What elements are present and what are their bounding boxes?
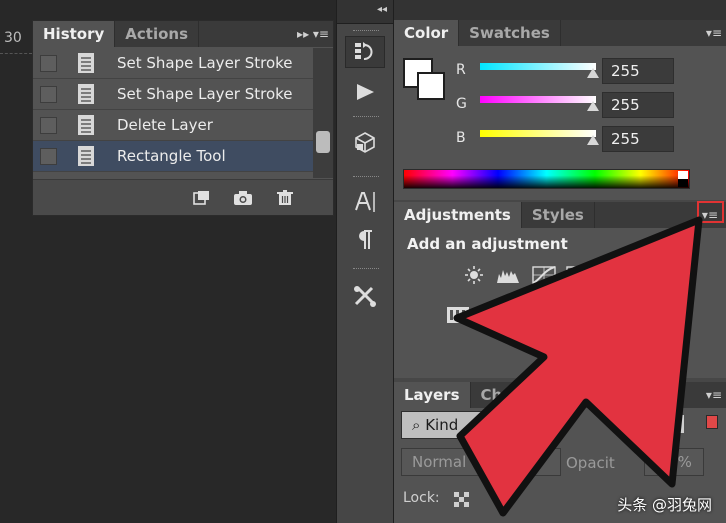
history-item[interactable]: Set Shape Layer Stroke: [33, 48, 313, 79]
history-brush-icon: [355, 42, 373, 60]
filter-icon[interactable]: [670, 415, 684, 433]
blue-value-input[interactable]: 255: [602, 126, 674, 152]
watermark: 头条 @羽兔网: [617, 496, 712, 514]
actions-panel-button[interactable]: [345, 76, 385, 108]
green-channel-label: G: [456, 96, 467, 112]
background-color-swatch[interactable]: [417, 72, 445, 100]
panel-grip[interactable]: [353, 30, 379, 33]
play-icon: [357, 84, 374, 100]
lock-transparent-icon[interactable]: [454, 492, 470, 508]
green-slider-thumb[interactable]: [587, 101, 599, 111]
history-item-label: Set Shape Layer Stroke: [117, 85, 293, 103]
layers-tabbar: Layers Channe ▾≡: [394, 382, 726, 408]
history-panel: History Actions ▸▸ ▾≡ Set Shape Layer St…: [32, 20, 334, 216]
history-snapshot-checkbox[interactable]: [40, 85, 57, 103]
tool-presets-button[interactable]: [345, 280, 385, 312]
history-item-label: Delete Layer: [117, 116, 213, 134]
stepper-arrows-icon: ⬍: [489, 415, 502, 433]
history-item[interactable]: Delete Layer: [33, 110, 313, 141]
tab-swatches[interactable]: Swatches: [459, 20, 561, 46]
green-channel-slider[interactable]: [480, 96, 596, 103]
color-tabbar: Color Swatches ▾≡: [394, 20, 726, 46]
layer-filter-value: Kind: [425, 416, 459, 434]
black-white-swatch[interactable]: [678, 171, 688, 187]
ruler-value: 30: [0, 30, 32, 54]
red-channel-label: R: [456, 62, 466, 78]
new-document-from-state-icon[interactable]: [191, 190, 211, 206]
document-icon: [78, 84, 94, 104]
lock-label: Lock:: [403, 490, 440, 506]
tab-layers[interactable]: Layers: [394, 382, 471, 408]
tab-adjustments[interactable]: Adjustments: [394, 202, 522, 228]
red-channel-slider[interactable]: [480, 63, 596, 70]
exposure-icon[interactable]: +: [566, 266, 590, 284]
tab-actions[interactable]: Actions: [115, 21, 200, 47]
document-icon: [78, 146, 94, 166]
history-item-label: Rectangle Tool: [117, 147, 226, 165]
document-icon: [78, 53, 94, 73]
camera-icon[interactable]: [233, 190, 253, 206]
history-footer: [33, 179, 333, 215]
history-panel-menu-button[interactable]: ▸▸ ▾≡: [297, 21, 329, 47]
green-value-input[interactable]: 255: [602, 92, 674, 118]
blue-channel-slider[interactable]: [480, 130, 596, 137]
search-icon: ⌕: [412, 416, 421, 434]
trash-icon[interactable]: [275, 189, 295, 206]
curves-icon[interactable]: [532, 266, 556, 284]
adjustments-title: Add an adjustment: [407, 235, 568, 253]
character-panel-button[interactable]: [345, 186, 385, 218]
history-scrollbar[interactable]: [313, 48, 333, 178]
history-list: Set Shape Layer Stroke Set Shape Layer S…: [33, 48, 313, 172]
paragraph-panel-button[interactable]: [345, 224, 385, 256]
balance-scale-icon[interactable]: [480, 306, 504, 324]
opacity-label: Opacit: [566, 454, 615, 472]
adjustments-panel: Adjustments Styles ▾≡ Add an adjustment …: [394, 201, 726, 378]
svg-text:+: +: [570, 268, 577, 277]
red-slider-thumb[interactable]: [587, 68, 599, 78]
history-panel-button[interactable]: [345, 36, 385, 68]
cube-icon: [355, 132, 375, 153]
3d-panel-button[interactable]: [345, 126, 385, 158]
layers-panel-menu-button[interactable]: ▾≡: [706, 382, 722, 408]
menu-highlight-box: [697, 201, 724, 223]
collapsed-panels-column: ◂◂: [336, 0, 394, 523]
history-snapshot-checkbox[interactable]: [40, 147, 57, 165]
right-dock-header: [394, 0, 726, 20]
color-panel: Color Swatches ▾≡ R 255 G 255 B 255: [394, 20, 726, 200]
tab-channels[interactable]: Channe: [471, 382, 555, 408]
tab-color[interactable]: Color: [394, 20, 460, 46]
history-tabbar: History Actions ▸▸ ▾≡: [33, 21, 333, 47]
tab-styles[interactable]: Styles: [522, 202, 595, 228]
levels-icon[interactable]: [496, 266, 520, 284]
panel-grip[interactable]: [353, 176, 379, 179]
paragraph-icon: [359, 230, 372, 249]
brightness-icon[interactable]: [462, 266, 486, 284]
history-item-label: Set Shape Layer Stroke: [117, 54, 293, 72]
tools-icon: [354, 286, 376, 307]
panel-grip[interactable]: [353, 268, 379, 271]
history-snapshot-checkbox[interactable]: [40, 54, 57, 72]
opacity-input[interactable]: 100%: [644, 448, 704, 476]
color-panel-menu-button[interactable]: ▾≡: [706, 20, 722, 46]
history-scrollbar-thumb[interactable]: [316, 131, 330, 153]
adjustments-tabbar: Adjustments Styles ▾≡: [394, 202, 726, 228]
blend-mode-select[interactable]: Normal: [401, 448, 561, 476]
history-snapshot-checkbox[interactable]: [40, 116, 57, 134]
color-spectrum-ramp[interactable]: [403, 169, 690, 189]
collapse-button[interactable]: ◂◂: [377, 4, 387, 15]
history-item-selected[interactable]: Rectangle Tool: [33, 141, 313, 172]
color-balance-icon[interactable]: [446, 306, 470, 324]
blue-channel-label: B: [456, 130, 466, 146]
history-item[interactable]: Set Shape Layer Stroke: [33, 79, 313, 110]
filter-toggle-icon[interactable]: [706, 415, 718, 429]
black-white-icon[interactable]: [514, 306, 538, 324]
blue-slider-thumb[interactable]: [587, 135, 599, 145]
tab-history[interactable]: History: [33, 21, 116, 47]
character-icon: [355, 192, 375, 212]
panel-grip[interactable]: [353, 116, 379, 119]
red-value-input[interactable]: 255: [602, 58, 674, 84]
document-icon: [78, 115, 94, 135]
layer-filter-select[interactable]: ⌕ Kind ⬍: [401, 411, 511, 439]
